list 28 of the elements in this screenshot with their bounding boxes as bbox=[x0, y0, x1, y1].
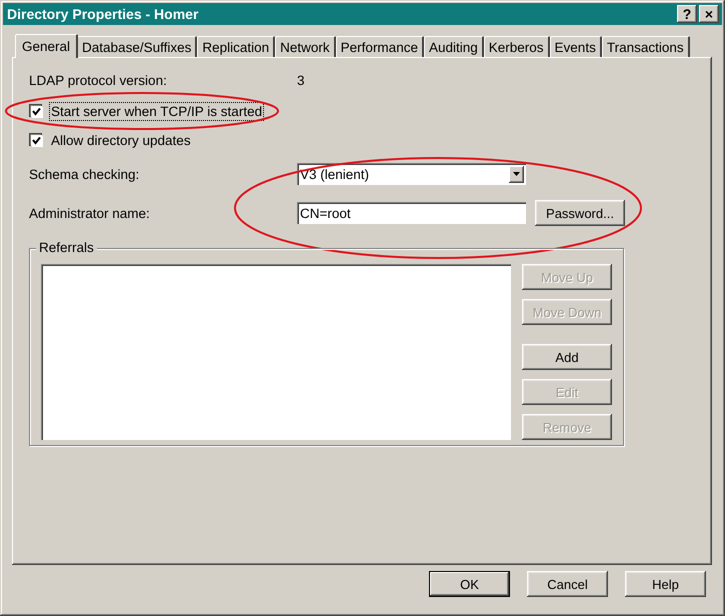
checkbox-label: Start server when TCP/IP is started bbox=[51, 104, 262, 118]
tab[interactable]: Performance bbox=[336, 36, 424, 57]
tab[interactable]: Kerberos bbox=[484, 36, 550, 57]
title-bar-button[interactable]: × bbox=[699, 5, 719, 23]
dialog-button[interactable]: Cancel bbox=[527, 571, 608, 597]
tab[interactable]: Events bbox=[550, 36, 602, 57]
tab[interactable]: Transactions bbox=[602, 36, 690, 57]
dialog-button[interactable]: Help bbox=[625, 571, 706, 597]
checkbox-label: Allow directory updates bbox=[51, 132, 191, 148]
tab[interactable]: Auditing bbox=[424, 36, 484, 57]
administrator-name-field[interactable]: CN=root bbox=[297, 202, 526, 224]
list-action-button[interactable]: Add bbox=[522, 344, 612, 370]
password-button[interactable]: Password... bbox=[535, 200, 625, 226]
tab[interactable]: Database/Suffixes bbox=[77, 36, 198, 57]
checkbox[interactable] bbox=[31, 106, 42, 116]
tab[interactable]: General bbox=[15, 34, 78, 58]
checkbox[interactable] bbox=[31, 134, 42, 146]
field-label: Schema checking: bbox=[29, 166, 140, 182]
protocol-version: 3 bbox=[297, 72, 305, 88]
window-title: Directory Properties - Homer bbox=[7, 6, 200, 22]
dropdown-arrow-icon bbox=[513, 172, 520, 176]
field-label: Administrator name: bbox=[29, 206, 151, 220]
tab[interactable]: Replication bbox=[197, 36, 276, 57]
group-title: Referrals bbox=[36, 240, 97, 255]
field-label: LDAP protocol version: bbox=[29, 72, 168, 88]
tab[interactable]: Network bbox=[275, 36, 336, 57]
title-bar-button[interactable]: ? bbox=[677, 5, 697, 23]
dialog-button[interactable]: OK bbox=[429, 571, 510, 597]
